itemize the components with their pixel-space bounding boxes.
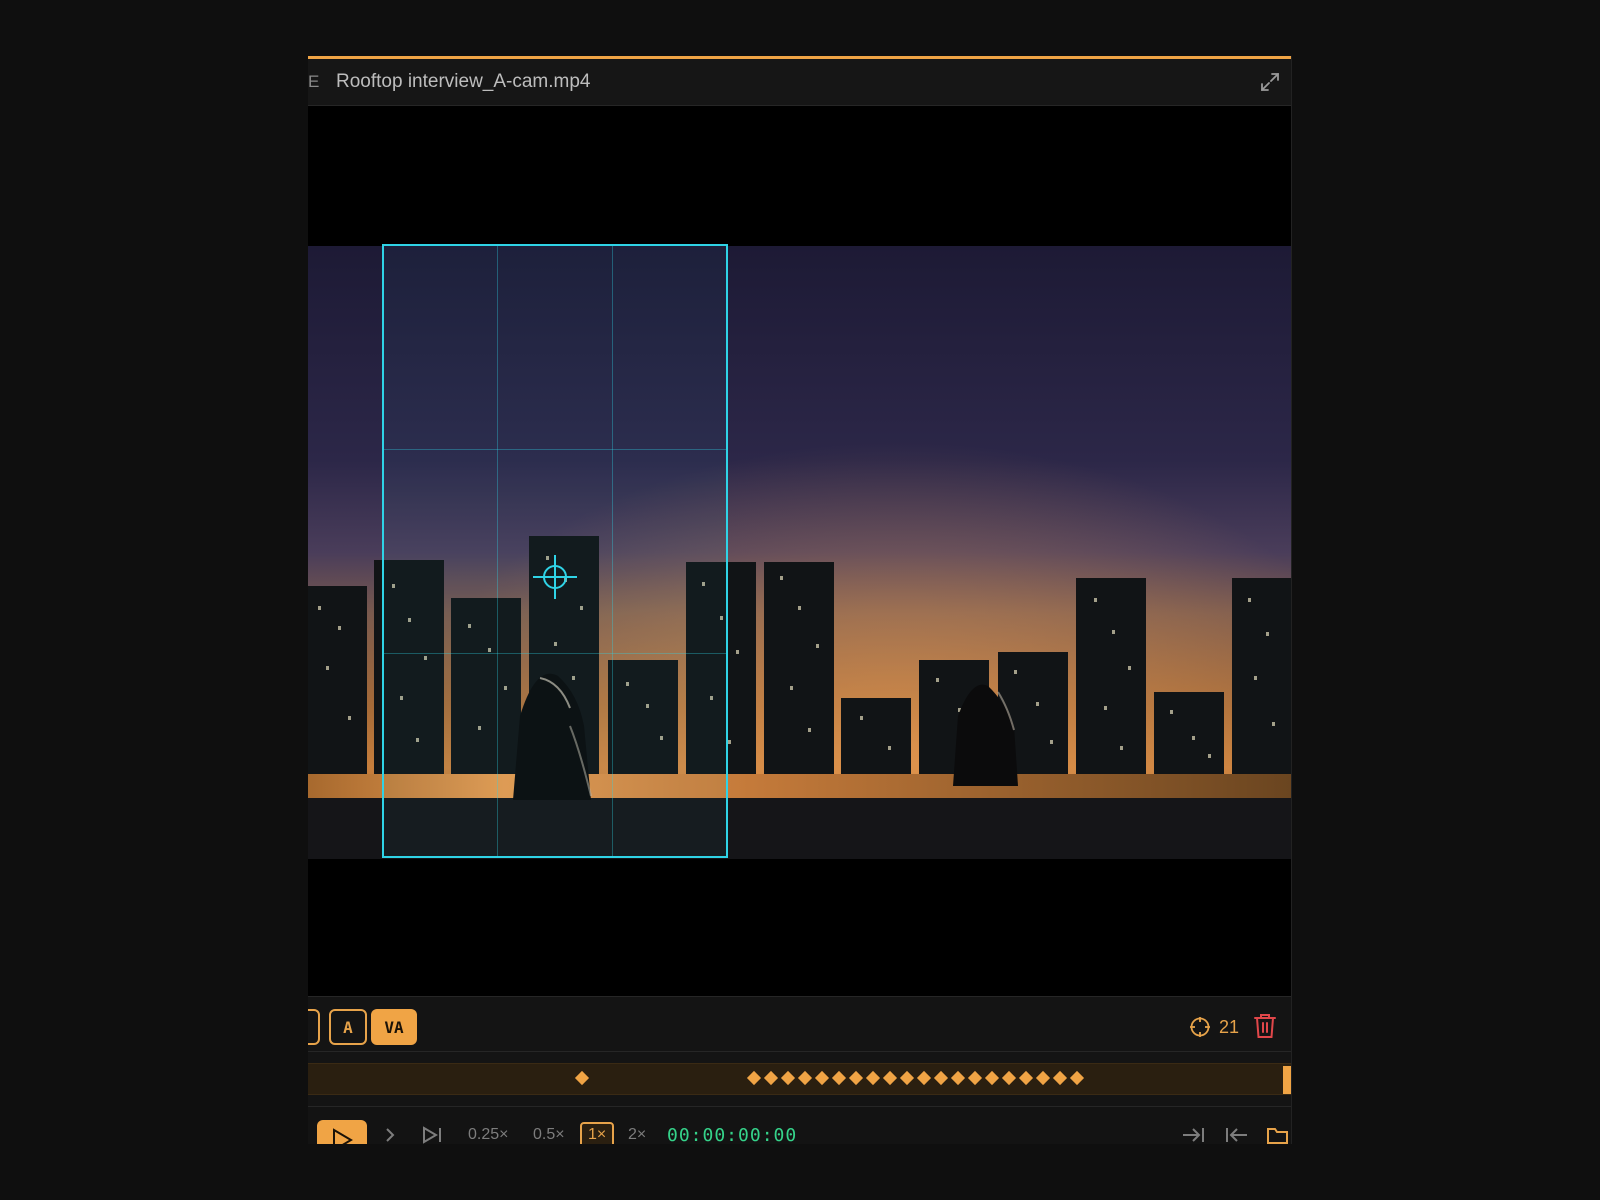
keyframe-marker[interactable] (848, 1070, 864, 1086)
video-viewer[interactable] (308, 106, 1291, 996)
speed-2x[interactable]: 2× (628, 1126, 646, 1144)
folder-icon[interactable] (1266, 1125, 1290, 1144)
track-video-audio-button[interactable]: VA (371, 1009, 417, 1045)
keyframe-marker[interactable] (797, 1070, 813, 1086)
keyframe-marker[interactable] (814, 1070, 830, 1086)
speed-1x[interactable]: 1× (580, 1122, 615, 1144)
transport-controls: 0.25× 0.5× 1× 2× 00:00:00:00 (308, 1106, 1291, 1144)
keyframe-marker[interactable] (899, 1070, 915, 1086)
crop-region[interactable] (382, 244, 728, 858)
keyframe-marker[interactable] (831, 1070, 847, 1086)
track-video-button[interactable]: V (308, 1009, 320, 1045)
keyframe-count: 21 (1218, 1016, 1239, 1037)
keyframe-counter: 21 (1189, 1012, 1239, 1042)
keyframe-marker[interactable] (984, 1070, 1000, 1086)
speed-0-5x[interactable]: 0.5× (533, 1126, 565, 1144)
chevron-right-icon[interactable] (382, 1125, 398, 1144)
timecode: 00:00:00:00 (667, 1125, 798, 1144)
keyframe-marker[interactable] (916, 1070, 932, 1086)
keyframe-timeline[interactable] (308, 1063, 1291, 1095)
keyframe-marker[interactable] (950, 1070, 966, 1086)
keyframe-marker[interactable] (763, 1070, 779, 1086)
play-button[interactable] (317, 1120, 367, 1144)
arrow-to-right-bar-icon[interactable] (1181, 1125, 1207, 1144)
play-icon (333, 1128, 353, 1144)
keyframe-marker[interactable] (746, 1070, 762, 1086)
keyframe-marker[interactable] (865, 1070, 881, 1086)
target-icon (1189, 1017, 1210, 1037)
trash-icon[interactable] (1253, 1013, 1277, 1039)
keyframe-marker[interactable] (967, 1070, 983, 1086)
track-audio-button[interactable]: A (329, 1009, 367, 1045)
keyframe-marker[interactable] (1001, 1070, 1017, 1086)
crosshair-target-icon[interactable] (532, 554, 578, 600)
keyframe-marker[interactable] (1035, 1070, 1051, 1086)
header-prefix: E (308, 72, 321, 91)
crop-grid-line (384, 653, 726, 654)
track-toolbar: V A VA 21 (308, 996, 1291, 1052)
crop-grid-line (384, 449, 726, 450)
crop-grid-line (497, 246, 498, 856)
video-preview-panel: E Rooftop interview_A-cam.mp4 A VA 21 0.… (308, 56, 1292, 1144)
keyframe-marker[interactable] (1052, 1070, 1068, 1086)
panel-header: E Rooftop interview_A-cam.mp4 (308, 59, 1291, 106)
playhead-end-marker[interactable] (1283, 1066, 1291, 1094)
keyframe-marker[interactable] (780, 1070, 796, 1086)
keyframe-marker[interactable] (882, 1070, 898, 1086)
skip-forward-icon[interactable] (420, 1125, 444, 1144)
arrow-to-left-bar-icon[interactable] (1223, 1125, 1249, 1144)
expand-icon[interactable] (1257, 69, 1283, 95)
clip-title: Rooftop interview_A-cam.mp4 (336, 71, 591, 92)
keyframe-marker[interactable] (574, 1070, 590, 1086)
crop-grid-line (612, 246, 613, 856)
speed-0-25x[interactable]: 0.25× (468, 1126, 508, 1144)
keyframe-marker[interactable] (1069, 1070, 1085, 1086)
keyframe-marker[interactable] (933, 1070, 949, 1086)
keyframe-marker[interactable] (1018, 1070, 1034, 1086)
